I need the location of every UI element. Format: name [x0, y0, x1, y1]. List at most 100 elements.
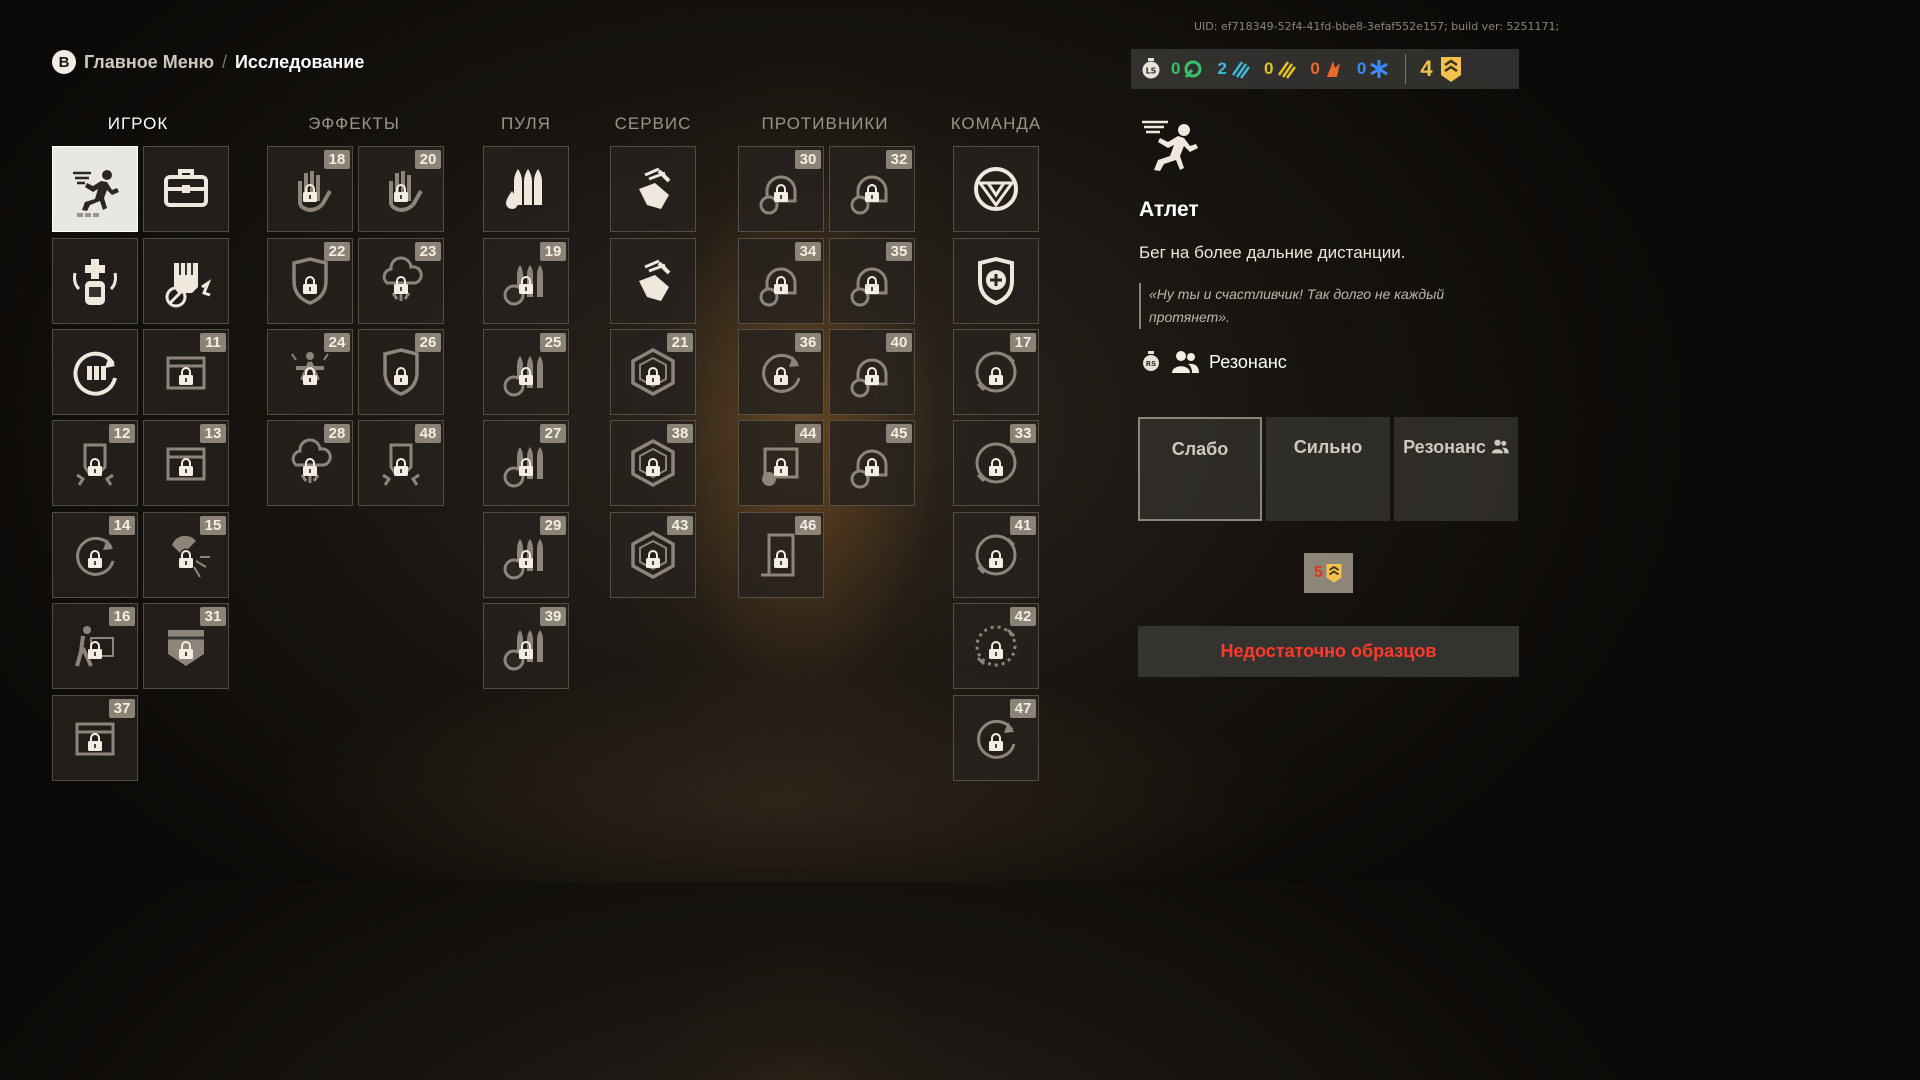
- research-tile[interactable]: [143, 146, 229, 232]
- lock-icon: [519, 367, 533, 385]
- lock-icon: [519, 276, 533, 294]
- lock-icon: [179, 367, 193, 385]
- research-tile[interactable]: 17: [953, 329, 1039, 415]
- lock-icon: [646, 367, 660, 385]
- research-tile[interactable]: 40: [829, 329, 915, 415]
- research-tile[interactable]: 13: [143, 420, 229, 506]
- tile-number-badge: 48: [415, 424, 441, 443]
- research-tile[interactable]: 41: [953, 512, 1039, 598]
- sprinter-icon: [73, 170, 119, 217]
- research-tile[interactable]: 27: [483, 420, 569, 506]
- column-header-player[interactable]: ИГРОК: [52, 114, 224, 134]
- lock-icon: [394, 184, 408, 202]
- tile-number-badge: 45: [886, 424, 912, 443]
- tile-number-badge: 46: [795, 516, 821, 535]
- column-header-team[interactable]: КОМАНДА: [950, 114, 1042, 134]
- research-tile[interactable]: 29: [483, 512, 569, 598]
- tile-number-badge: 13: [200, 424, 226, 443]
- cost-badge: 5: [1304, 553, 1353, 593]
- breadcrumb: B Главное Меню / Исследование: [52, 50, 364, 74]
- resonance-stopwatch-icon: RS: [1143, 351, 1159, 371]
- research-tile[interactable]: 35: [829, 238, 915, 324]
- research-tile[interactable]: 31: [143, 603, 229, 689]
- lock-icon: [989, 641, 1003, 659]
- research-tile[interactable]: 45: [829, 420, 915, 506]
- tile-number-badge: 27: [540, 424, 566, 443]
- research-tile[interactable]: 47: [953, 695, 1039, 781]
- lock-icon: [774, 367, 788, 385]
- uid-label: UID: ef718349-52f4-41fd-bbe8-3efaf552e15…: [1194, 20, 1560, 33]
- research-tile[interactable]: [143, 238, 229, 324]
- research-tile[interactable]: 36: [738, 329, 824, 415]
- detail-title: Атлет: [1139, 198, 1199, 221]
- tile-number-badge: 29: [540, 516, 566, 535]
- research-tile[interactable]: 42: [953, 603, 1039, 689]
- research-tile[interactable]: 32: [829, 146, 915, 232]
- tile-number-badge: 38: [667, 424, 693, 443]
- research-tile[interactable]: 39: [483, 603, 569, 689]
- research-tile[interactable]: 33: [953, 420, 1039, 506]
- research-tile[interactable]: 18: [267, 146, 353, 232]
- research-tile[interactable]: 12: [52, 420, 138, 506]
- cost-value: 5: [1314, 564, 1323, 581]
- mode-resonance-button[interactable]: Резонанс: [1394, 417, 1518, 521]
- research-tile[interactable]: [953, 238, 1039, 324]
- lock-icon: [303, 367, 317, 385]
- column-header-bullet[interactable]: ПУЛЯ: [482, 114, 570, 134]
- tile-number-badge: 21: [667, 333, 693, 352]
- back-button[interactable]: B: [52, 50, 76, 74]
- research-tile[interactable]: 11: [143, 329, 229, 415]
- research-tile[interactable]: 46: [738, 512, 824, 598]
- research-tile[interactable]: [483, 146, 569, 232]
- tile-number-badge: 43: [667, 516, 693, 535]
- research-tile[interactable]: 19: [483, 238, 569, 324]
- lock-icon: [179, 641, 193, 659]
- research-tile[interactable]: 48: [358, 420, 444, 506]
- tile-number-badge: 30: [795, 150, 821, 169]
- research-tile[interactable]: 38: [610, 420, 696, 506]
- research-tile[interactable]: [52, 238, 138, 324]
- yellow-stripes-icon: [1278, 61, 1297, 79]
- tile-number-badge: 25: [540, 333, 566, 352]
- resource-value: 2: [1217, 59, 1227, 78]
- research-tile[interactable]: 14: [52, 512, 138, 598]
- research-tile[interactable]: 20: [358, 146, 444, 232]
- resonance-stopwatch-icon: LS: [1142, 58, 1160, 79]
- mode-resonance-label: Резонанс: [1403, 437, 1486, 457]
- mode-strong-button[interactable]: Сильно: [1266, 417, 1390, 521]
- breadcrumb-main-menu[interactable]: Главное Меню: [84, 52, 214, 73]
- tile-number-badge: 14: [109, 516, 135, 535]
- orange-flame-icon: [1326, 61, 1340, 77]
- research-tile[interactable]: 22: [267, 238, 353, 324]
- research-tile[interactable]: 37: [52, 695, 138, 781]
- research-tile[interactable]: [610, 238, 696, 324]
- bullets-drop-icon: [506, 169, 542, 209]
- research-tile[interactable]: 21: [610, 329, 696, 415]
- lock-icon: [865, 367, 879, 385]
- insufficient-samples-button[interactable]: Недостаточно образцов: [1138, 626, 1519, 677]
- research-tile[interactable]: 43: [610, 512, 696, 598]
- column-header-effects[interactable]: ЭФФЕКТЫ: [266, 114, 442, 134]
- research-tile[interactable]: 15: [143, 512, 229, 598]
- green-swirl-icon: [1184, 60, 1202, 78]
- column-header-enemies[interactable]: ПРОТИВНИКИ: [736, 114, 914, 134]
- research-tile[interactable]: 28: [267, 420, 353, 506]
- tile-number-badge: 19: [540, 242, 566, 261]
- research-tile[interactable]: [52, 329, 138, 415]
- mode-weak-button[interactable]: Слабо: [1138, 417, 1262, 521]
- research-tile[interactable]: 44: [738, 420, 824, 506]
- research-tile[interactable]: 34: [738, 238, 824, 324]
- research-tile[interactable]: [610, 146, 696, 232]
- resonance-tag: RS Резонанс: [1141, 350, 1287, 374]
- research-tile[interactable]: 23: [358, 238, 444, 324]
- research-tile[interactable]: 30: [738, 146, 824, 232]
- research-tile[interactable]: [953, 146, 1039, 232]
- research-tile[interactable]: 25: [483, 329, 569, 415]
- research-tile[interactable]: 26: [358, 329, 444, 415]
- lock-icon: [88, 641, 102, 659]
- research-tile[interactable]: 16: [52, 603, 138, 689]
- svg-text:RS: RS: [1146, 360, 1156, 368]
- research-tile[interactable]: 24: [267, 329, 353, 415]
- research-tile[interactable]: [52, 146, 138, 232]
- column-header-service[interactable]: СЕРВИС: [608, 114, 698, 134]
